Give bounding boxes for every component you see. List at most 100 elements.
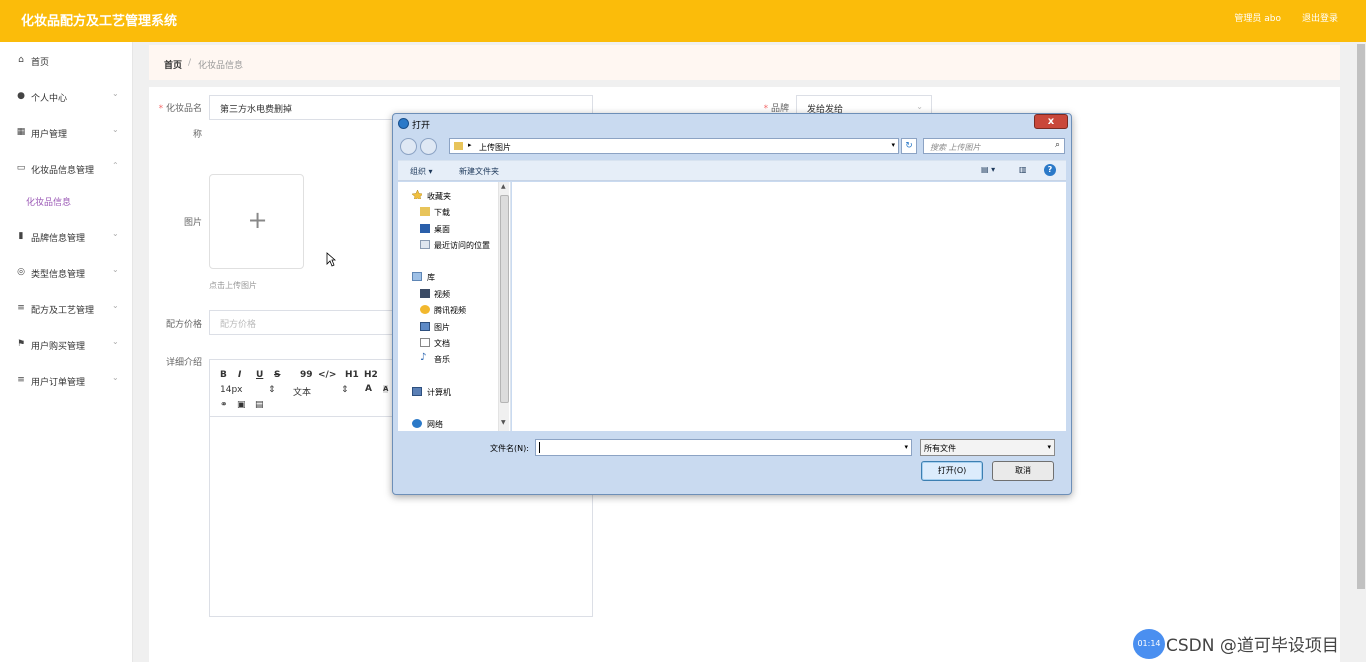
pictures-icon	[420, 322, 430, 331]
nav-scrollbar-thumb[interactable]	[500, 195, 509, 403]
bold-button[interactable]: B	[220, 370, 227, 380]
target-icon: ◎	[17, 267, 25, 277]
sidebar-subitem-cosmetics-info[interactable]: 化妆品信息	[26, 195, 71, 208]
nav-network[interactable]: 网络	[427, 419, 443, 430]
nav-scrollbar[interactable]: ▲ ▼	[498, 182, 509, 431]
quote-button[interactable]: 99	[300, 370, 313, 380]
chevron-down-icon: ⌄	[112, 337, 119, 346]
nav-documents[interactable]: 文档	[434, 338, 450, 349]
code-button[interactable]: </>	[318, 370, 336, 380]
page-scrollbar-thumb[interactable]	[1357, 44, 1365, 589]
search-placeholder: 搜索 上传图片	[930, 143, 981, 152]
chevron-down-icon: ⌄	[916, 102, 923, 111]
nav-pictures[interactable]: 图片	[434, 322, 450, 333]
sidebar-item-formulas[interactable]: ≡ 配方及工艺管理 ⌄	[0, 300, 133, 320]
dialog-title: 打开	[412, 121, 431, 131]
nav-desktop[interactable]: 桌面	[434, 224, 450, 235]
nav-favorites[interactable]: 收藏夹	[427, 191, 451, 202]
font-size-arrow-icon: ⇕	[268, 385, 276, 395]
search-input[interactable]: 搜索 上传图片 ⌕	[923, 138, 1065, 154]
sidebar-item-label: 类型信息管理	[31, 270, 86, 280]
scroll-up-icon[interactable]: ▲	[501, 183, 506, 190]
nav-music[interactable]: 音乐	[434, 354, 450, 365]
file-type-value: 所有文件	[924, 444, 956, 453]
sidebar-item-cosmetics[interactable]: ▭ 化妆品信息管理 ⌃	[0, 160, 133, 180]
sidebar-item-purchases[interactable]: ⚑ 用户购买管理 ⌄	[0, 336, 133, 356]
italic-button[interactable]: I	[238, 370, 241, 380]
sidebar-item-label: 首页	[31, 58, 50, 68]
cancel-button[interactable]: 取消	[992, 461, 1054, 481]
dialog-app-icon	[398, 118, 409, 129]
underline-button[interactable]: U	[256, 370, 263, 380]
breadcrumb-home[interactable]: 首页	[164, 58, 182, 71]
h2-button[interactable]: H2	[364, 370, 378, 380]
logout-link[interactable]: 退出登录	[1302, 11, 1338, 24]
chevron-down-icon[interactable]: ▾	[891, 141, 895, 149]
sidebar: ⌂ 首页 ● 个人中心 ⌄ ▦ 用户管理 ⌄ ▭ 化妆品信息管理 ⌃ 化妆品信息…	[0, 42, 133, 662]
star-icon	[412, 190, 422, 199]
search-icon: ⌕	[1054, 140, 1060, 150]
link-icon[interactable]: ⚭	[220, 400, 228, 410]
chevron-down-icon: ⌄	[112, 89, 119, 98]
image-uploader[interactable]: +	[209, 174, 304, 269]
price-label: 配方价格	[165, 320, 202, 330]
name-label-cont: 称	[192, 130, 202, 140]
nav-downloads[interactable]: 下载	[434, 207, 450, 218]
help-icon[interactable]: ?	[1044, 164, 1056, 176]
nav-tencent-video[interactable]: 腾讯视频	[434, 305, 466, 316]
computer-icon	[412, 387, 422, 396]
grid-icon: ▦	[16, 127, 26, 137]
text-type-select[interactable]: 文本	[293, 385, 311, 398]
view-options-icon[interactable]: ▤ ▾	[981, 165, 995, 174]
strike-button[interactable]: S	[274, 370, 280, 380]
sidebar-item-label: 品牌信息管理	[31, 234, 86, 244]
chevron-down-icon: ⌄	[112, 301, 119, 310]
chevron-right-icon: ▸	[468, 141, 472, 149]
refresh-button[interactable]: ↻	[901, 138, 917, 154]
back-button[interactable]	[400, 138, 417, 155]
watermark-text: CSDN @道可毕设项目	[1166, 636, 1339, 656]
h1-button[interactable]: H1	[345, 370, 359, 380]
sidebar-item-types[interactable]: ◎ 类型信息管理 ⌄	[0, 264, 133, 284]
preview-pane-icon[interactable]: ▥	[1019, 165, 1027, 174]
nav-libraries[interactable]: 库	[427, 272, 435, 283]
text-type-arrow-icon: ⇕	[341, 385, 349, 395]
font-size-select[interactable]: 14px	[220, 385, 243, 395]
nav-videos[interactable]: 视频	[434, 289, 450, 300]
sidebar-item-home[interactable]: ⌂ 首页	[0, 52, 133, 72]
nav-computer[interactable]: 计算机	[427, 387, 451, 398]
sidebar-item-orders[interactable]: ≡ 用户订单管理 ⌄	[0, 372, 133, 392]
filename-input[interactable]: ▾	[535, 439, 912, 456]
admin-user: 管理员 abo	[1234, 14, 1281, 24]
image-icon[interactable]: ▣	[237, 400, 246, 410]
download-icon	[420, 207, 430, 216]
forward-button[interactable]	[420, 138, 437, 155]
app-title: 化妆品配方及工艺管理系统	[21, 14, 178, 29]
scroll-down-icon[interactable]: ▼	[501, 419, 506, 426]
flag-icon: ⚑	[16, 339, 26, 349]
organize-button[interactable]: 组织 ▾	[410, 166, 433, 177]
video-icon[interactable]: ▤	[255, 400, 264, 410]
chevron-down-icon: ⌄	[112, 125, 119, 134]
open-button[interactable]: 打开(O)	[921, 461, 983, 481]
close-button[interactable]: x	[1034, 114, 1068, 129]
bg-color-icon[interactable]: A	[383, 385, 389, 393]
chevron-down-icon: ⌄	[112, 229, 119, 238]
file-list-pane[interactable]	[512, 182, 1066, 431]
chevron-up-icon: ⌃	[112, 161, 119, 170]
list-icon: ≡	[17, 303, 25, 313]
user-icon: ●	[17, 91, 25, 101]
sidebar-item-profile[interactable]: ● 个人中心 ⌄	[0, 88, 133, 108]
sidebar-item-users[interactable]: ▦ 用户管理 ⌄	[0, 124, 133, 144]
page-scrollbar[interactable]	[1356, 42, 1366, 662]
font-color-icon[interactable]: A	[365, 384, 372, 394]
file-type-select[interactable]: 所有文件 ▾	[920, 439, 1055, 456]
address-bar[interactable]: ▸ 上传图片 ▾	[449, 138, 899, 154]
filename-label: 文件名(N):	[490, 444, 529, 453]
chevron-down-icon[interactable]: ▾	[904, 443, 908, 451]
new-folder-button[interactable]: 新建文件夹	[459, 166, 499, 177]
image-label: 图片	[183, 218, 202, 228]
nav-recent[interactable]: 最近访问的位置	[434, 240, 490, 251]
command-bar: 组织 ▾ 新建文件夹 ▤ ▾ ▥ ?	[398, 160, 1066, 181]
sidebar-item-brands[interactable]: ▮ 品牌信息管理 ⌄	[0, 228, 133, 248]
